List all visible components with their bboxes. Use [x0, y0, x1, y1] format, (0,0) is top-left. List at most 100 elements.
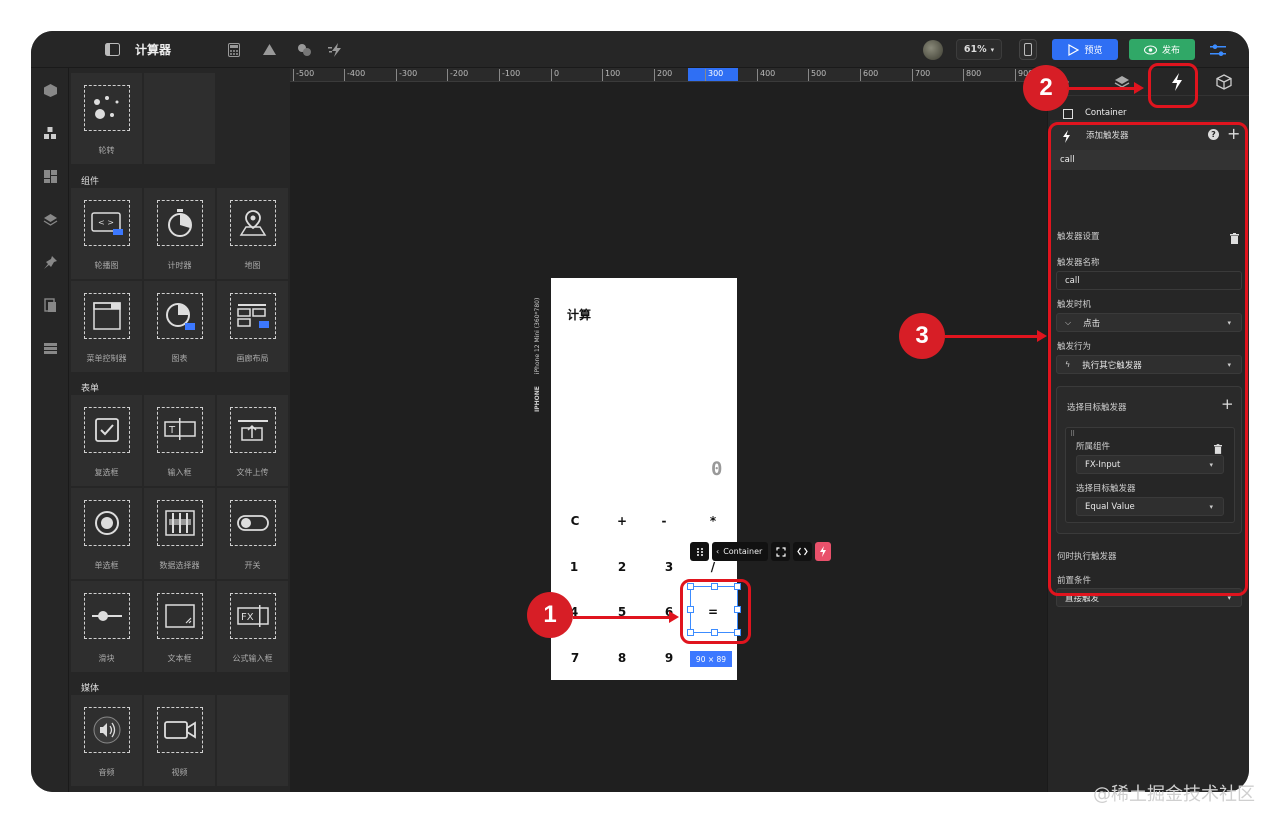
sidebar-toggle-icon[interactable]	[103, 31, 121, 68]
calc-key[interactable]: C	[555, 514, 595, 528]
checkbox-icon	[84, 407, 130, 453]
arrow-head-1	[669, 611, 679, 623]
component-tile[interactable]: 计时器	[144, 188, 215, 279]
input-field-icon: T	[157, 407, 203, 453]
video-icon	[157, 707, 203, 753]
component-tile[interactable]: 文本框	[144, 581, 215, 672]
annotation-badge-1: 1	[527, 592, 573, 638]
ruler-tick: -400	[344, 69, 365, 81]
settings-sliders-icon[interactable]	[1209, 31, 1227, 68]
annotation-arrow-2	[1067, 87, 1137, 90]
component-tile[interactable]: FX 公式输入框	[217, 581, 288, 672]
component-tile[interactable]: 单选框	[71, 488, 142, 579]
calc-key[interactable]: 7	[555, 651, 595, 665]
calc-key[interactable]: 1	[554, 560, 594, 574]
eye-icon	[1143, 45, 1157, 54]
arrow-head-3	[1037, 330, 1047, 342]
layers-icon[interactable]	[31, 209, 69, 229]
calc-key[interactable]: *	[693, 514, 733, 528]
component-library: 轮转 组件 < > 轮播图 计时器 地图 菜单控制器 图表 画廊布局 表单 复选…	[69, 68, 290, 792]
play-icon	[1068, 43, 1080, 56]
component-tile[interactable]: 开关	[217, 488, 288, 579]
highlight-box-1	[680, 579, 751, 644]
tile-label: 单选框	[94, 561, 119, 570]
highlight-box-3	[1048, 122, 1248, 596]
annotation-arrow-3	[945, 335, 1039, 338]
component-tile[interactable]: T 输入框	[144, 395, 215, 486]
component-tile[interactable]: 音频	[71, 695, 142, 786]
calc-display: 0	[711, 458, 723, 480]
ruler-tick: -100	[499, 69, 520, 81]
layout-icon[interactable]	[31, 166, 69, 186]
lightning-trigger-icon[interactable]	[815, 542, 831, 561]
code-icon[interactable]	[793, 542, 812, 561]
ruler-tick: 600	[860, 69, 878, 81]
calculator-icon[interactable]	[226, 31, 242, 68]
component-tile[interactable]: 数据选择器	[144, 488, 215, 579]
fullscreen-icon[interactable]	[771, 542, 790, 561]
horizontal-ruler: -500 -400 -300 -200 -100 0 100 200 300 4…	[290, 68, 1047, 82]
publish-label: 发布	[1161, 46, 1180, 56]
component-tile[interactable]: 图表	[144, 281, 215, 372]
ruler-tick: 400	[757, 69, 775, 81]
drag-handle-icon[interactable]	[690, 542, 709, 561]
chevron-down-icon: ▾	[990, 45, 995, 54]
fast-lightning-icon[interactable]	[327, 31, 345, 68]
component-tile-carousel[interactable]: 轮转	[71, 73, 142, 164]
triangle-icon[interactable]	[260, 31, 278, 68]
table-icon[interactable]	[31, 338, 69, 358]
selected-component-label: Container	[1085, 108, 1127, 118]
carousel-chart-icon: < >	[84, 200, 130, 246]
component-tile[interactable]: < > 轮播图	[71, 188, 142, 279]
component-tile[interactable]: 视频	[144, 695, 215, 786]
component-tile[interactable]: 画廊布局	[217, 281, 288, 372]
page-title: 计算器	[135, 43, 172, 57]
size-badge: 90 × 89	[690, 651, 732, 667]
calc-key[interactable]: 3	[649, 560, 689, 574]
cube-icon[interactable]	[31, 80, 69, 100]
tile-label: 文本框	[167, 654, 192, 663]
tile-label: 轮播图	[94, 261, 119, 270]
component-tile[interactable]: 菜单控制器	[71, 281, 142, 372]
tile-label: 地图	[244, 261, 261, 270]
ruler-tick: -300	[396, 69, 417, 81]
parent-container-button[interactable]: ‹ Container	[712, 542, 768, 561]
tile-label: 音频	[98, 768, 115, 777]
calc-key[interactable]: /	[693, 560, 733, 574]
tile-label: 视频	[171, 768, 188, 777]
component-tile[interactable]: 地图	[217, 188, 288, 279]
formula-input-icon: FX	[230, 593, 276, 639]
components-icon[interactable]	[31, 123, 69, 143]
avatar[interactable]	[922, 31, 944, 68]
ruler-tick: -500	[293, 69, 314, 81]
calc-key[interactable]: +	[602, 514, 642, 528]
device-name: IPHONE	[534, 386, 541, 412]
preview-button[interactable]: 预览	[1052, 39, 1118, 60]
pin-icon[interactable]	[31, 252, 69, 272]
map-icon	[230, 200, 276, 246]
calc-key[interactable]: -	[644, 514, 684, 528]
calc-key[interactable]: 2	[602, 560, 642, 574]
component-tile[interactable]: 复选框	[71, 395, 142, 486]
textarea-icon	[157, 593, 203, 639]
file-upload-icon	[230, 407, 276, 453]
zoom-select[interactable]: 61% ▾	[956, 39, 1002, 60]
annotation-badge-2: 2	[1023, 65, 1069, 111]
calc-key[interactable]: 9	[649, 651, 689, 665]
component-tile[interactable]: 文件上传	[217, 395, 288, 486]
preview-label: 预览	[1084, 46, 1103, 56]
calc-key[interactable]: 8	[602, 651, 642, 665]
publish-button[interactable]: 发布	[1129, 39, 1195, 60]
device-phone-icon[interactable]	[1019, 39, 1037, 60]
design-canvas[interactable]: IPHONE iPhone 12 Mini (360*780) 计算 0 C +…	[290, 82, 1047, 792]
pages-icon[interactable]	[31, 295, 69, 315]
shapes-icon[interactable]	[295, 31, 313, 68]
component-checkbox[interactable]	[1063, 109, 1073, 119]
cube-icon[interactable]	[1216, 74, 1232, 90]
component-tile[interactable]: 滑块	[71, 581, 142, 672]
svg-text:T: T	[168, 425, 176, 436]
tile-label: 数据选择器	[159, 561, 200, 570]
tile-label: 画廊布局	[236, 354, 269, 363]
ruler-tick: 500	[808, 69, 826, 81]
tile-label: 计时器	[167, 261, 192, 270]
